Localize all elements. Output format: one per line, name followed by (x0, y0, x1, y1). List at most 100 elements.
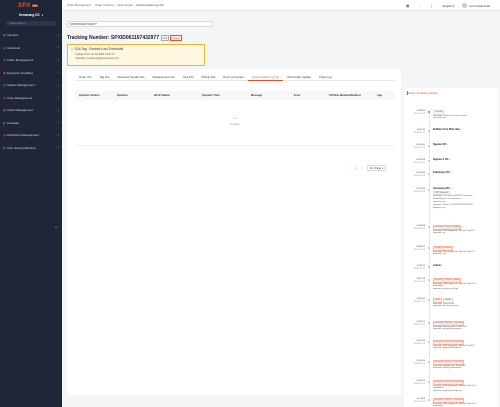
event-location[interactable]: Admin▾ (433, 264, 497, 268)
sidebar-item[interactable]: ▣ Inbound ▾ (0, 29, 62, 42)
tracking-search-input[interactable]: SPXID061167432977 (67, 21, 213, 27)
tab[interactable]: SLA Info (179, 73, 198, 81)
tab[interactable]: Unsuccessful Log Info (247, 73, 284, 81)
download-icon[interactable]: ⤓ (429, 3, 435, 9)
brand-badge: LMS (31, 4, 38, 7)
event-location[interactable]: Sukoharjo DC▾ (433, 171, 497, 175)
chevron-down-icon: ▾ (57, 96, 59, 100)
bell-icon[interactable]: ♢ (417, 3, 423, 9)
copy-link-button[interactable]: Link (161, 35, 169, 41)
hub-selector[interactable]: Semarang DC ▾ (0, 11, 62, 19)
breadcrumb-current: Unsuccessful Log Info (136, 3, 164, 7)
chevron-down-icon: ▾ (460, 129, 462, 131)
event-details: Exception_Reason_Cancelled message: SLA … (433, 398, 497, 407)
tab[interactable]: Received Sender Info (114, 73, 149, 81)
page-size-select[interactable]: 10 / Page ▾ (367, 165, 386, 171)
event-status-tag: Exception_Reason_added (433, 278, 461, 283)
event-status-tag: Created (433, 110, 444, 115)
event-line: operator: sys (433, 117, 446, 120)
breadcrumb-item[interactable]: Order Tracking (95, 3, 114, 7)
event-details: Exception_Reason_added message: SLA Trig… (433, 278, 497, 291)
event-line: operator: agung@spxexpress (433, 328, 462, 331)
event-location-name: Buffalo First Mile Hub (433, 128, 460, 131)
empty-inbox-icon: ⊔ (233, 115, 237, 121)
event-status-tag: Pending_Inbound (433, 246, 453, 251)
sidebar-item-label: Inbound (7, 33, 18, 38)
chevron-down-icon: ▾ (57, 58, 59, 62)
tab[interactable]: Abnormally Update (283, 73, 315, 81)
sla-alert: ● SLA Tag : Exceed Lost Threshold Update… (67, 44, 205, 66)
chevron-down-icon: ▾ (57, 133, 59, 137)
chevron-down-icon: ▾ (57, 146, 59, 150)
tab[interactable]: Measurement Info (148, 73, 179, 81)
status-badge: Closed (170, 35, 182, 41)
sidebar-item-label: Case Management (7, 95, 33, 100)
event-date: 2024-07-22 (413, 362, 425, 365)
language-selector[interactable]: English ▾ (443, 4, 454, 8)
tab[interactable]: Proof of Contact (219, 73, 247, 81)
menu-search-input[interactable]: ⌕ Search Menu (6, 21, 56, 26)
prev-page-button[interactable]: < (350, 167, 352, 170)
event-date: 2024-07-22 (413, 400, 425, 403)
breadcrumb-item[interactable]: Order Management (67, 3, 91, 7)
event-date: 2024-07-22 (413, 131, 425, 134)
column-header: Message (251, 94, 262, 97)
sidebar-item[interactable]: ▥ Ticket Management ▾ (0, 54, 62, 67)
column-header: Operator Time (202, 94, 220, 97)
chevron-down-icon: ▾ (450, 172, 452, 174)
event-location[interactable]: Ngaran DC▾ (433, 143, 497, 147)
sidebar-item[interactable]: ◨ Workforce Management ▾ (0, 129, 62, 142)
chevron-down-icon: ▾ (57, 46, 59, 50)
topbar-actions: ▦ ♢ ⤓ English ▾ muh.muhammad (405, 0, 500, 11)
hub-name: Semarang DC (18, 13, 40, 17)
sidebar-item[interactable]: ◩ Auto Sorting Machine ▾ (0, 142, 62, 155)
event-details: Pending_Inbound message: SLA Triggered -… (433, 246, 497, 256)
column-header: Work Station (154, 94, 170, 97)
user-name[interactable]: muh.muhammad (469, 4, 490, 8)
event-time: 14:09:37 2024-07-22 (406, 298, 425, 304)
event-status-tag: Exception_Reason_added (433, 225, 461, 230)
event-date: 2024-07-22 (413, 227, 425, 230)
empty-state-text: No Data (230, 123, 240, 126)
sidebar-item[interactable]: ▤ Outbound ▾ (0, 42, 62, 55)
current-page[interactable]: 1 (356, 167, 357, 170)
content-area: SPXID061167432977 Tracking Number: SPXID… (62, 11, 500, 407)
tab[interactable]: Ticket Log (315, 73, 336, 81)
event-time: 08:09:17 2024-07-22 (406, 246, 425, 252)
tab[interactable]: Tag Info (96, 73, 114, 81)
event-date: 2024-07-22 (413, 190, 425, 193)
event-details: Buffalo First Mile Hub▾ (433, 128, 497, 132)
chevron-down-icon: ▾ (447, 144, 449, 146)
sidebar-item[interactable]: ◧ LineHaul ▾ (0, 117, 62, 130)
avatar[interactable] (462, 3, 467, 8)
collapse-sidebar-icon[interactable]: ⊟ (55, 225, 58, 229)
event-time: 13:35:11 2024-07-22 (406, 265, 425, 271)
warning-icon: ● (71, 47, 73, 51)
breadcrumb-item[interactable]: Order Detail (117, 3, 132, 7)
sidebar-item[interactable]: ▦ Exception Handling ▾ (0, 67, 62, 80)
grid-icon[interactable]: ▦ (405, 3, 411, 9)
event-status-tag: Update (442, 298, 453, 303)
sidebar-item[interactable]: ▩ Order Management ▾ (0, 104, 62, 117)
event-time: 11:09:44 2024-07-22 (406, 225, 425, 231)
chevron-down-icon: ▾ (449, 159, 451, 161)
sidebar-item-label: Outbound (7, 45, 21, 50)
event-time: 14:10:33 2024-07-22 (406, 360, 425, 366)
event-details: Exception_Reason_Cancelled message: Upda… (433, 360, 497, 370)
event-time: 13:37:26 2024-07-22 (406, 278, 425, 284)
next-page-button[interactable]: > (361, 167, 363, 170)
brand-logo[interactable]: SPX LMS (0, 0, 62, 11)
chevron-down-icon: ▾ (57, 83, 59, 87)
tabs-bar: Order Info Tag Info Received Sender Info Me… (75, 73, 403, 81)
tab[interactable]: Pickup Info (198, 73, 220, 81)
tab[interactable]: Order Info (75, 73, 96, 81)
tabs-scroll-right-icon[interactable]: > (401, 75, 403, 78)
sidebar-item-label: Exception Handling (7, 70, 33, 75)
language-label: English (442, 3, 452, 8)
sidebar-item[interactable]: ▨ Case Management ▾ (0, 92, 62, 105)
sidebar-item[interactable]: ▧ Station Management ▾ (0, 79, 62, 92)
event-location[interactable]: Ngaran 2 DC▾ (433, 158, 497, 162)
event-location[interactable]: Buffalo First Mile Hub▾ (433, 128, 497, 132)
event-details: Ngaran DC▾ (433, 143, 497, 147)
event-date: 2024-07-22 (413, 146, 425, 149)
